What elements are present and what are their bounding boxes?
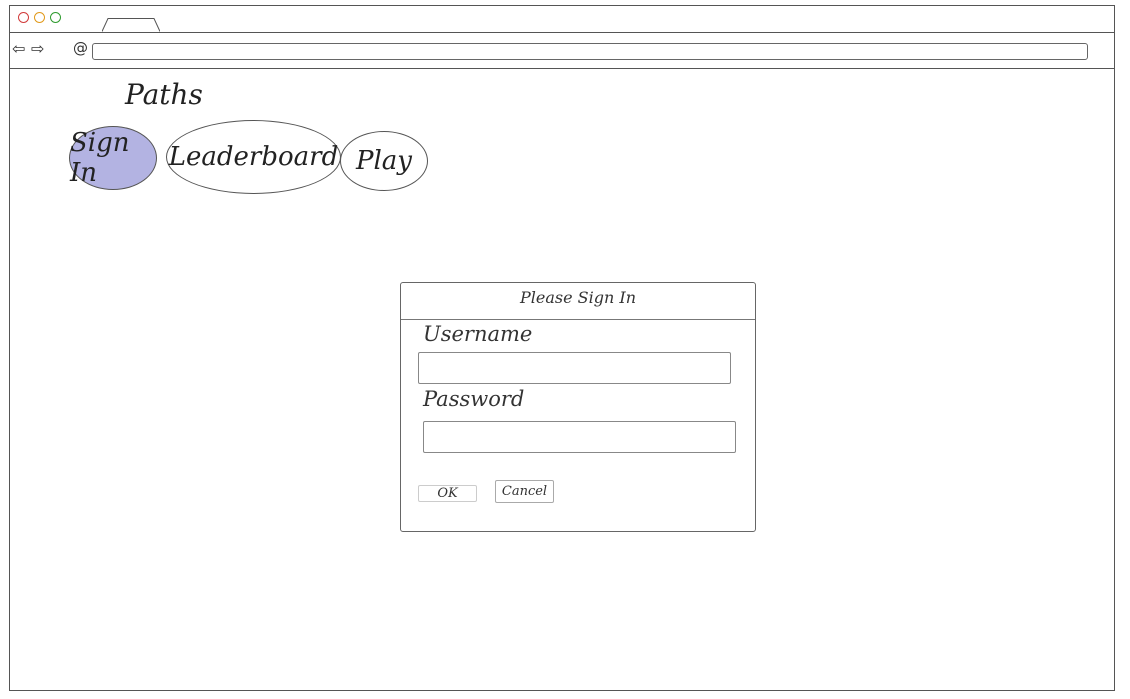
browser-tab[interactable] <box>102 18 160 32</box>
dialog-title: Please Sign In <box>401 283 755 320</box>
browser-window: ⇦ ⇨ @ Paths Sign In Leaderboard Play Ple… <box>9 5 1115 691</box>
browser-toolbar: ⇦ ⇨ @ <box>10 32 1114 69</box>
username-label: Username <box>423 322 533 346</box>
site-title: Paths <box>125 78 203 111</box>
cancel-button[interactable]: Cancel <box>495 480 554 503</box>
minimize-window-icon[interactable] <box>34 12 45 23</box>
nav-sign-in[interactable]: Sign In <box>69 126 157 190</box>
username-field[interactable] <box>418 352 731 384</box>
password-field[interactable] <box>423 421 736 453</box>
close-window-icon[interactable] <box>18 12 29 23</box>
reload-icon[interactable]: @ <box>73 40 88 56</box>
password-label: Password <box>423 387 525 411</box>
back-arrow-icon[interactable]: ⇦ <box>12 41 25 57</box>
nav-leaderboard[interactable]: Leaderboard <box>166 120 341 194</box>
address-bar[interactable] <box>92 43 1088 60</box>
forward-arrow-icon[interactable]: ⇨ <box>31 41 44 57</box>
ok-button[interactable]: OK <box>418 485 477 502</box>
title-bar <box>10 6 1114 33</box>
nav-play[interactable]: Play <box>340 131 428 191</box>
sign-in-dialog: Please Sign In Username Password OK Canc… <box>400 282 756 532</box>
maximize-window-icon[interactable] <box>50 12 61 23</box>
